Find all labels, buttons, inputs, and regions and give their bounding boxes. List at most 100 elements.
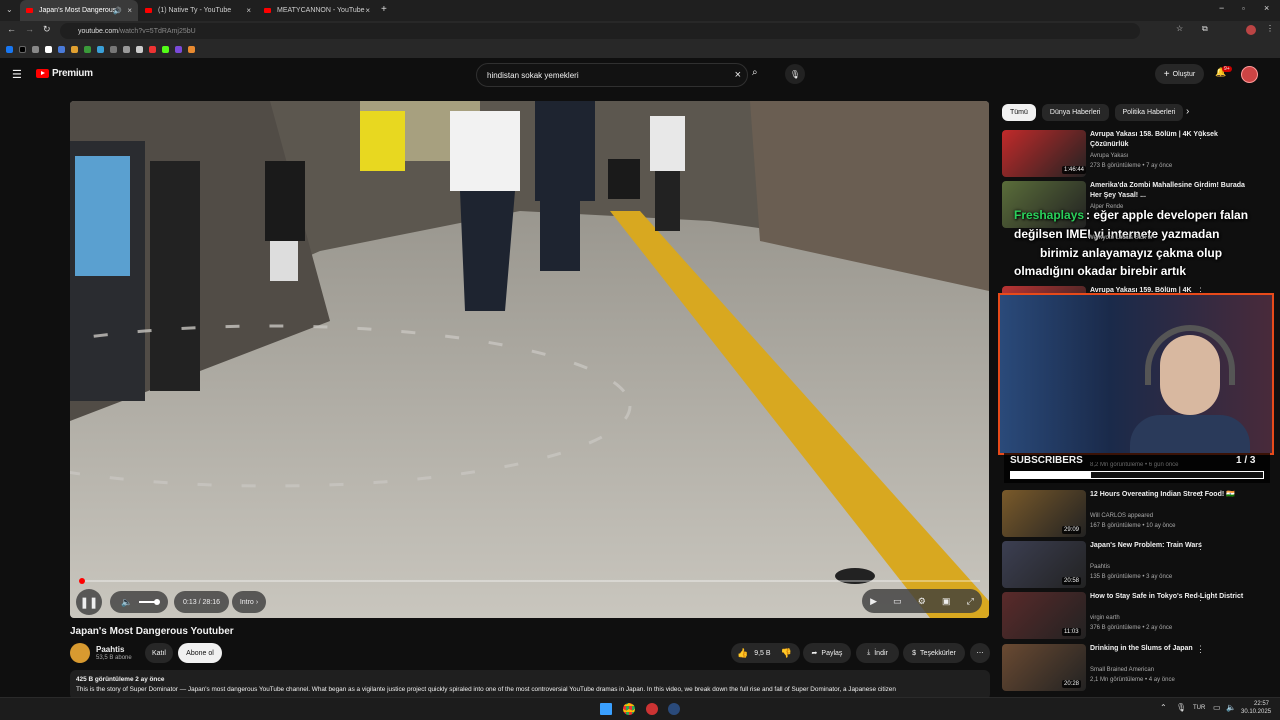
bookmark-icon[interactable] <box>58 46 65 53</box>
tab-list-icon[interactable]: ⌄ <box>6 5 13 14</box>
video-player[interactable]: ❚❚ 🔈 0:13 / 28:16 Intro › ▶ ▭ ⚙ ▣ ⤢ <box>70 101 989 618</box>
rec-channel[interactable]: virgin earth <box>1090 615 1120 621</box>
subtitles-icon[interactable]: ▭ <box>893 596 902 607</box>
bookmark-icon[interactable] <box>188 46 195 53</box>
rec-title[interactable]: Amerika'da Zombi Mahallesine Girdim! Bur… <box>1090 181 1250 201</box>
bookmark-icon[interactable] <box>110 46 117 53</box>
chips-next-icon[interactable]: › <box>1186 106 1189 117</box>
bookmark-icon[interactable] <box>71 46 78 53</box>
kick-icon[interactable] <box>162 46 169 53</box>
settings-gear-icon[interactable]: ⚙ <box>918 596 926 607</box>
more-options-icon[interactable]: ⋮ <box>1196 644 1205 655</box>
recommendation-item[interactable]: Amerika'da Zombi Mahallesine Girdim! Bur… <box>1002 181 1272 230</box>
bookmark-icon[interactable] <box>45 46 52 53</box>
rec-channel[interactable]: Small Brained American <box>1090 667 1154 673</box>
youtube-logo[interactable]: Premium <box>36 68 93 79</box>
more-options-icon[interactable]: ⋮ <box>1196 181 1205 192</box>
bookmark-icon[interactable] <box>149 46 156 53</box>
download-button[interactable]: ⤓ İndir <box>856 643 899 663</box>
rec-channel[interactable]: Will CARLOS appeared <box>1090 513 1153 519</box>
clock-time[interactable]: 22:57 <box>1254 701 1269 707</box>
more-options-icon[interactable]: ⋮ <box>1196 130 1205 141</box>
bookmark-icon[interactable] <box>32 46 39 53</box>
volume-tray-icon[interactable]: 🔈 <box>1226 703 1236 712</box>
recommendation-item[interactable]: 11:03 How to Stay Safe in Tokyo's Red-Lig… <box>1002 592 1272 641</box>
rec-channel[interactable]: Paahtis <box>1090 564 1110 570</box>
forward-icon[interactable]: → <box>25 24 34 34</box>
language-indicator[interactable]: TUR <box>1193 705 1205 711</box>
more-options-icon[interactable]: ⋮ <box>1196 490 1205 501</box>
recommendation-item[interactable]: 20:28 Drinking in the Slums of Japan Small… <box>1002 644 1272 693</box>
account-avatar[interactable] <box>1241 66 1258 83</box>
create-button[interactable]: + Oluştur <box>1155 64 1204 84</box>
close-tab-icon[interactable]: × <box>246 6 251 15</box>
more-options-icon[interactable]: ⋮ <box>1196 541 1205 552</box>
volume-slider[interactable] <box>138 599 160 605</box>
mic-tray-icon[interactable]: 🎙 <box>1176 703 1186 712</box>
channel-avatar[interactable] <box>70 643 90 663</box>
chrome-icon[interactable] <box>623 703 635 715</box>
extensions-icon[interactable]: ⧉ <box>1202 24 1208 34</box>
clock-date[interactable]: 30.10.2025 <box>1241 709 1271 715</box>
more-options-icon[interactable]: ⋮ <box>1196 592 1205 603</box>
tab-native-ty[interactable]: (1) Native Ty - YouTube × <box>139 0 257 21</box>
share-button[interactable]: ➦ Paylaş <box>803 643 851 663</box>
rec-title[interactable]: 12 Hours Overeating Indian Street Food! … <box>1090 490 1250 500</box>
chapter-button[interactable]: Intro › <box>232 591 266 613</box>
autoplay-toggle-icon[interactable]: ▶ <box>870 596 877 607</box>
bookmark-icon[interactable] <box>97 46 104 53</box>
steam-icon[interactable] <box>668 703 680 715</box>
rec-title[interactable]: Avrupa Yakası 158. Bölüm | 4K Yüksek Çöz… <box>1090 130 1250 150</box>
minimize-icon[interactable]: − <box>1219 3 1224 13</box>
close-window-icon[interactable]: × <box>1264 3 1269 13</box>
miniplayer-icon[interactable]: ▣ <box>942 596 951 607</box>
more-actions-button[interactable]: ⋯ <box>970 643 990 663</box>
search-input[interactable]: hindistan sokak yemekleri × <box>476 63 748 87</box>
thanks-button[interactable]: $ Teşekkürler <box>903 643 965 663</box>
chip-world-news[interactable]: Dünya Haberleri <box>1041 104 1109 121</box>
rec-channel[interactable]: Avrupa Yakası <box>1090 153 1128 159</box>
new-tab-icon[interactable]: + <box>381 4 387 15</box>
recommendation-item[interactable]: 20:58 Japan's New Problem: Train Wars Paah… <box>1002 541 1272 590</box>
address-bar[interactable]: youtube.com/watch?v=5TdRAmj25bU <box>60 23 1140 39</box>
rec-title[interactable]: Drinking in the Slums of Japan <box>1090 644 1250 654</box>
x-icon[interactable] <box>19 46 26 53</box>
progress-scrubber[interactable] <box>79 578 85 584</box>
description-box[interactable]: 425 B görüntüleme 2 ay önce This is the … <box>70 670 990 700</box>
clear-search-icon[interactable]: × <box>735 69 741 81</box>
dislike-icon[interactable]: 👎 <box>781 648 792 659</box>
channel-name[interactable]: Paahtis <box>96 645 124 654</box>
tray-chevron-icon[interactable]: ⌃ <box>1160 703 1167 712</box>
back-icon[interactable]: ← <box>7 24 16 34</box>
fullscreen-icon[interactable]: ⤢ <box>967 596 974 607</box>
search-icon[interactable]: ⌕ <box>752 67 758 78</box>
hamburger-menu-icon[interactable]: ☰ <box>12 68 22 81</box>
bookmark-icon[interactable] <box>84 46 91 53</box>
volume-control[interactable]: 🔈 <box>110 591 168 613</box>
network-icon[interactable]: ▭ <box>1213 703 1221 712</box>
bookmark-icon[interactable] <box>136 46 143 53</box>
facebook-icon[interactable] <box>6 46 13 53</box>
progress-track[interactable] <box>80 580 980 582</box>
bookmark-star-icon[interactable]: ☆ <box>1176 24 1183 33</box>
like-button[interactable]: 👍 9,5 B 👎 <box>731 643 800 663</box>
browser-menu-icon[interactable]: ⋮ <box>1266 24 1274 33</box>
start-icon[interactable] <box>600 703 612 715</box>
voice-search-icon[interactable]: 🎙 <box>785 64 805 84</box>
recommendation-item[interactable]: 29:09 12 Hours Overeating Indian Street F… <box>1002 490 1272 539</box>
tab-meatycannon[interactable]: MEATYCANNON - YouTube × <box>258 0 376 21</box>
chip-all[interactable]: Tümü <box>1002 104 1036 121</box>
recommendation-item[interactable]: 1:46:44 Avrupa Yakası 158. Bölüm | 4K Yük… <box>1002 130 1272 179</box>
pause-button[interactable]: ❚❚ <box>76 589 102 615</box>
bookmark-icon[interactable] <box>123 46 130 53</box>
chip-politics[interactable]: Politika Haberleri <box>1114 104 1184 121</box>
subscribe-button[interactable]: Abone ol <box>178 643 222 663</box>
profile-avatar[interactable] <box>1246 25 1256 35</box>
tab-active[interactable]: Japan's Most Dangerous Y... 🔊 × <box>20 0 138 21</box>
rec-title[interactable]: How to Stay Safe in Tokyo's Red-Light Di… <box>1090 592 1250 602</box>
rec-title[interactable]: Japan's New Problem: Train Wars <box>1090 541 1250 551</box>
chrome-alt-icon[interactable] <box>646 703 658 715</box>
mute-tab-icon[interactable]: 🔊 <box>113 7 122 15</box>
close-tab-icon[interactable]: × <box>365 6 370 15</box>
reload-icon[interactable]: ↻ <box>43 24 51 35</box>
